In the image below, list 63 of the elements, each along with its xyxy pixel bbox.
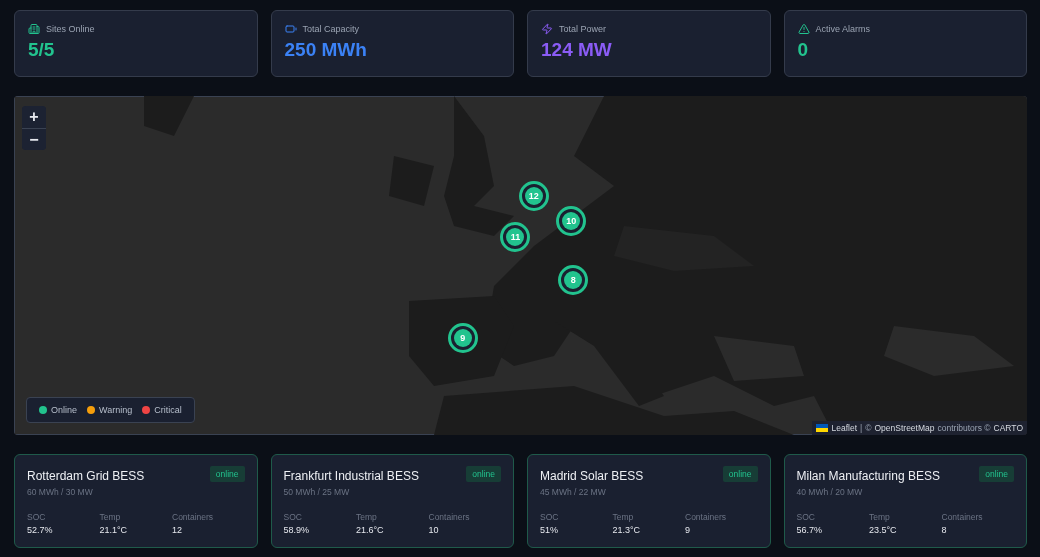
metric-label: Containers	[172, 512, 215, 522]
metric-label: SOC	[796, 512, 816, 522]
metric-value: 12	[172, 525, 183, 535]
site-card[interactable]: Frankfurt Industrial BESS online 50 MWh / 25 MW SOC 58.9% Temp 21.6°C Containers 10	[270, 454, 514, 548]
metric-label: SOC	[283, 512, 303, 522]
site-spec: 40 MWh / 20 MW	[796, 487, 864, 497]
metric-value: 56.7%	[796, 525, 824, 535]
metric-value: 23.5°C	[869, 525, 898, 535]
metric-value: 10	[428, 525, 440, 535]
stat-label: Sites Online	[46, 24, 95, 34]
metric-label: Containers	[941, 512, 984, 522]
metric-value: 21.3°C	[612, 525, 642, 535]
legend-label: Online	[51, 405, 77, 415]
metric-value: 52.7%	[27, 525, 54, 535]
building-icon	[28, 23, 40, 35]
metric-value: 21.6°C	[356, 525, 385, 535]
site-name: Frankfurt Industrial BESS	[283, 469, 419, 483]
metric-label: Temp	[99, 512, 122, 522]
stat-label: Total Power	[559, 24, 607, 34]
lightning-icon	[541, 23, 553, 35]
stat-value: 5/5	[28, 40, 56, 61]
metric-label: Containers	[685, 512, 728, 522]
attribution-text: contributors ©	[937, 423, 991, 433]
stat-value: 124 MW	[541, 40, 613, 61]
site-name: Madrid Solar BESS	[540, 469, 644, 483]
battery-icon	[284, 23, 297, 35]
status-badge: online	[209, 466, 245, 482]
metric-label: Temp	[869, 512, 891, 522]
attribution-text: ©	[865, 423, 872, 433]
site-name: Rotterdam Grid BESS	[27, 469, 145, 483]
metric-label: Temp	[356, 512, 378, 522]
site-card[interactable]: Madrid Solar BESS online 45 MWh / 22 MW SOC 51% Temp 21.3°C Containers 9	[527, 454, 771, 548]
metric-label: Containers	[428, 512, 471, 522]
attribution-link[interactable]: CARTO	[993, 423, 1023, 433]
metric-label: SOC	[27, 512, 47, 522]
metric-value: 58.9%	[283, 525, 311, 535]
site-card[interactable]: Rotterdam Grid BESS online 60 MWh / 30 MW SOC 52.7% Temp 21.1°C Containers 12	[14, 454, 258, 548]
site-card[interactable]: Milan Manufacturing BESS online 40 MWh / 20 MW SOC 56.7% Temp 23.5°C Containers 8	[783, 454, 1027, 548]
stat-label: Active Alarms	[815, 24, 870, 34]
metric-value: 51%	[540, 525, 559, 535]
zoom-out-button[interactable]: −	[22, 128, 46, 150]
attribution-link[interactable]: OpenStreetMap	[874, 423, 935, 433]
attribution-text: |	[860, 423, 863, 433]
site-spec: 60 MWh / 30 MW	[27, 487, 94, 497]
site-spec: 50 MWh / 25 MW	[283, 487, 351, 497]
status-badge: online	[722, 466, 758, 482]
stat-value: 250 MWh	[284, 40, 368, 61]
metric-label: SOC	[540, 512, 560, 522]
legend-label: Warning	[99, 405, 133, 415]
attribution-link[interactable]: Leaflet	[831, 423, 857, 433]
metric-value: 8	[941, 525, 948, 535]
site-name: Milan Manufacturing BESS	[796, 469, 940, 483]
stat-value: 0	[797, 40, 810, 61]
status-badge: online	[979, 466, 1014, 482]
legend-label: Critical	[154, 405, 182, 415]
stat-label: Total Capacity	[302, 24, 360, 34]
metric-value: 9	[685, 525, 691, 535]
metric-value: 21.1°C	[99, 525, 129, 535]
warning-icon	[797, 23, 810, 35]
site-spec: 45 MWh / 22 MW	[540, 487, 607, 497]
metric-label: Temp	[612, 512, 635, 522]
flag-icon	[816, 424, 829, 432]
status-badge: online	[466, 466, 501, 482]
